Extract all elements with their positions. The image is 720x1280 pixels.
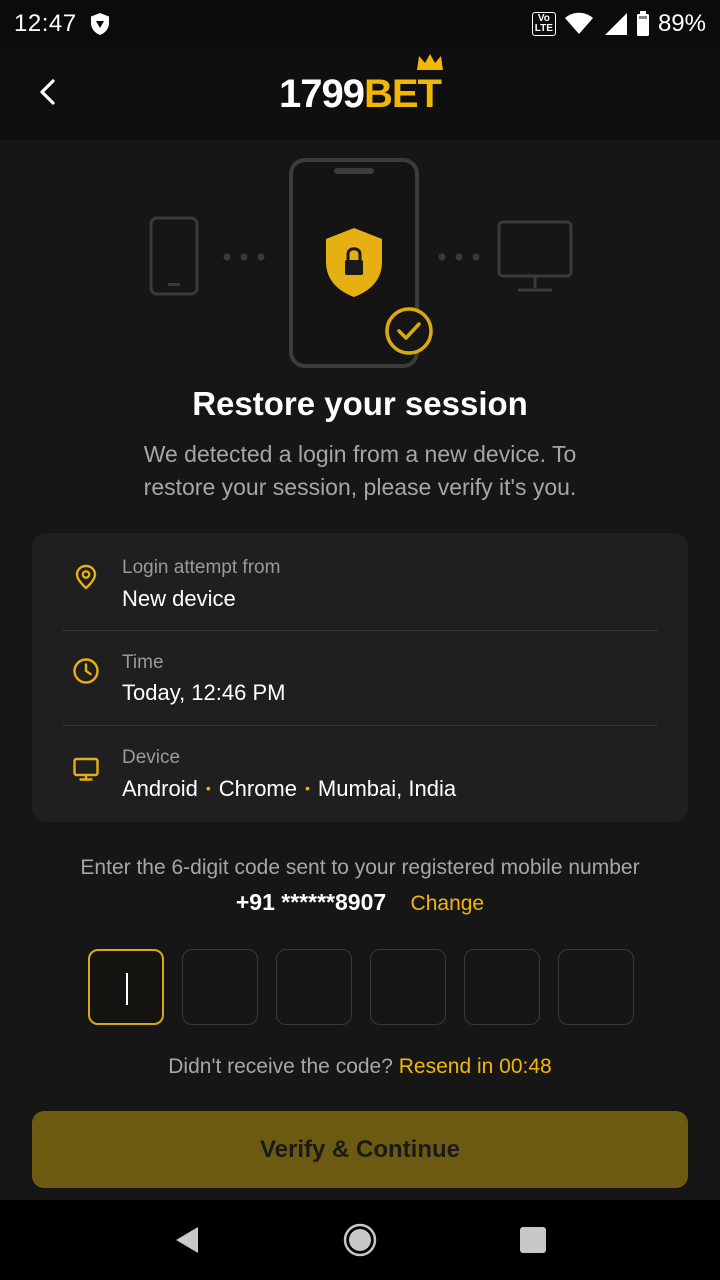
resend-prompt: Didn't receive the code?	[168, 1055, 393, 1078]
page-subtitle: We detected a login from a new device. T…	[143, 441, 577, 500]
login-attempt-row: Login attempt from New device	[32, 533, 688, 627]
login-attempt-value: New device	[122, 586, 236, 611]
crown-icon	[416, 53, 443, 70]
device-location: Mumbai, India	[317, 776, 457, 801]
device-label: Device	[122, 747, 181, 768]
separator-dot: •	[205, 780, 211, 796]
device-value: Android • Chrome • Mumbai, India	[122, 776, 456, 802]
otp-digit-6[interactable]	[558, 949, 634, 1025]
login-info-card: Login attempt from New device Time Today…	[32, 533, 688, 822]
square-recents-icon	[520, 1227, 547, 1253]
device-security-illustration	[149, 158, 573, 368]
otp-digit-5[interactable]	[464, 949, 540, 1025]
shield-status-icon	[90, 13, 109, 35]
change-number-link[interactable]: Change	[411, 892, 485, 915]
status-icons: Vo LTE 89%	[531, 10, 706, 38]
otp-digit-2[interactable]	[182, 949, 258, 1025]
verify-continue-button[interactable]: Verify & Continue	[32, 1111, 688, 1188]
signal-icon	[604, 13, 627, 35]
small-phone-icon	[149, 216, 199, 296]
logo-brand-text: BET	[363, 71, 442, 116]
arrow-left-icon	[40, 79, 55, 105]
nav-recents-button[interactable]	[503, 1210, 563, 1270]
resend-line: Didn't receive the code? Resend in 00:48	[0, 1055, 720, 1079]
otp-digit-4[interactable]	[370, 949, 446, 1025]
device-row: Device Android • Chrome • Mumbai, India	[32, 723, 688, 817]
separator-dot: •	[305, 780, 310, 796]
logo-number: 1799	[279, 71, 365, 116]
monitor-outline-icon	[497, 220, 573, 292]
battery-icon	[636, 11, 649, 36]
check-circle-icon	[385, 307, 433, 355]
time-label: Time	[122, 652, 164, 673]
nav-back-button[interactable]	[157, 1210, 217, 1270]
monitor-icon	[73, 757, 99, 781]
wifi-icon	[564, 12, 593, 34]
device-os: Android	[122, 776, 198, 801]
circle-home-icon	[343, 1223, 377, 1257]
login-attempt-label: Login attempt from	[122, 557, 281, 578]
volte-icon: Vo LTE	[531, 12, 556, 36]
resend-timer[interactable]: Resend in 00:48	[399, 1055, 552, 1078]
otp-input-group	[88, 949, 634, 1025]
restore-session-screen: 12:47 Vo LTE 89% 1799 BET Restore your s…	[0, 0, 720, 1280]
clock-icon	[73, 658, 99, 684]
nav-home-button[interactable]	[330, 1210, 390, 1270]
time-value: Today, 12:46 PM	[122, 680, 286, 705]
app-header: 1799 BET	[0, 48, 720, 140]
device-browser: Chrome	[218, 776, 297, 801]
otp-digit-1[interactable]	[88, 949, 164, 1025]
phone-line: +91 ******8907 Change	[0, 889, 720, 916]
location-pin-icon	[75, 564, 97, 590]
code-instruction: Enter the 6-digit code sent to your regi…	[80, 856, 640, 879]
status-time: 12:47	[14, 10, 77, 37]
masked-phone-number: +91 ******8907	[235, 889, 387, 915]
back-button[interactable]	[26, 70, 70, 114]
triangle-back-icon	[175, 1227, 198, 1253]
page-title: Restore your session	[192, 385, 528, 422]
brand-logo: 1799 BET	[279, 53, 443, 117]
otp-digit-3[interactable]	[276, 949, 352, 1025]
status-bar: 12:47 Vo LTE 89%	[0, 0, 720, 48]
system-navigation-bar	[0, 1200, 720, 1280]
battery-percent: 89%	[657, 10, 706, 37]
logo-brand: BET	[363, 53, 443, 117]
text-caret	[126, 973, 128, 1005]
time-row: Time Today, 12:46 PM	[32, 628, 688, 722]
